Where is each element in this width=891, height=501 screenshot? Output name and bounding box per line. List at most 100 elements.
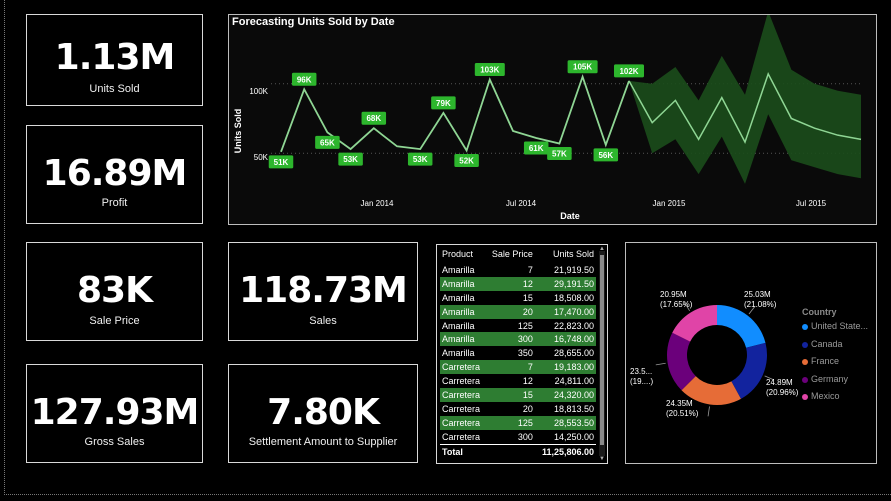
product-cell: Carretera xyxy=(442,376,481,387)
product-cell: Carretera xyxy=(442,431,481,442)
data-label: 102K xyxy=(619,67,638,76)
table-scrollbar-thumb[interactable] xyxy=(600,255,604,445)
sale-price-cell: 7 xyxy=(485,360,535,375)
slice-value-label: 20.95M xyxy=(660,290,687,299)
sale-price-cell: 350 xyxy=(517,348,533,359)
scroll-down-arrow-icon[interactable]: ▼ xyxy=(599,456,605,462)
slice-value-label: 23.5... xyxy=(630,367,652,376)
table-row[interactable]: Carretera 20 18,813.50 xyxy=(440,402,596,416)
kpi-card-profit[interactable]: 16.89M Profit xyxy=(26,125,203,224)
legend-dot xyxy=(802,358,808,365)
kpi-label: Sales xyxy=(309,315,337,327)
data-label: 56K xyxy=(598,151,613,160)
x-tick-label: Jul 2014 xyxy=(506,199,537,208)
kpi-card-sales[interactable]: 118.73M Sales xyxy=(228,242,418,341)
table-row[interactable]: Amarilla 20 17,470.00 xyxy=(440,304,596,319)
slice-value-label: 25.03M xyxy=(744,290,771,299)
units-sold-cell: 16,748.00 xyxy=(534,332,596,347)
kpi-label: Units Sold xyxy=(89,83,140,95)
data-label: 105K xyxy=(573,63,592,72)
kpi-value: 7.80K xyxy=(267,392,380,433)
product-cell: Amarilla xyxy=(440,304,486,319)
forecast-line-chart: Units Sold Date 100K 50K Jan 2014 Jul 20… xyxy=(233,15,862,221)
x-axis-label: Date xyxy=(560,211,580,221)
sale-price-cell: 12 xyxy=(522,376,533,387)
units-sold-cell: 17,470.00 xyxy=(534,304,596,319)
column-header-product[interactable]: Product xyxy=(440,245,486,263)
kpi-value: 16.89M xyxy=(42,153,188,194)
product-cell: Amarilla xyxy=(442,264,475,275)
product-cell: Amarilla xyxy=(440,332,486,347)
donut-chart-card[interactable]: 25.03M (21.08%) 24.89M (20.96%) 24.35M (20.51… xyxy=(625,242,877,464)
sale-price-cell: 125 xyxy=(517,320,533,331)
leader-line xyxy=(707,406,710,417)
product-cell: Carretera xyxy=(440,415,486,430)
legend-item-france[interactable]: France xyxy=(802,356,839,366)
data-label: 51K xyxy=(274,158,289,167)
table-row[interactable]: Amarilla 15 18,508.00 xyxy=(440,291,596,305)
slice-value-label: 24.35M xyxy=(666,399,693,408)
data-label: 65K xyxy=(320,138,335,147)
data-label: 79K xyxy=(436,99,451,108)
table-row[interactable]: Carretera 125 28,553.50 xyxy=(440,415,596,430)
slice-percent-label: (20.96%) xyxy=(766,388,799,397)
kpi-value: 127.93M xyxy=(30,392,200,433)
forecast-confidence-band xyxy=(629,15,861,184)
table-row[interactable]: Carretera 15 24,320.00 xyxy=(440,388,596,402)
units-sold-cell: 24,811.00 xyxy=(554,376,594,387)
units-sold-cell: 18,813.50 xyxy=(553,403,594,414)
legend-item-usa[interactable]: United State... xyxy=(802,321,868,331)
units-sold-cell: 28,553.50 xyxy=(534,415,596,430)
data-label: 68K xyxy=(366,114,381,123)
legend-item-mexico[interactable]: Mexico xyxy=(802,391,840,401)
units-sold-cell: 18,508.00 xyxy=(553,292,594,303)
legend-dot xyxy=(802,376,808,383)
y-axis-label: Units Sold xyxy=(233,109,243,154)
legend-dot xyxy=(802,323,808,330)
kpi-label: Sale Price xyxy=(89,315,140,327)
kpi-card-units-sold[interactable]: 1.13M Units Sold xyxy=(26,14,203,106)
column-header-sale-price[interactable]: Sale Price xyxy=(486,245,535,263)
table-row[interactable]: Carretera 12 24,811.00 xyxy=(440,374,596,388)
product-cell: Carretera xyxy=(440,360,486,375)
legend-label: Canada xyxy=(811,339,843,349)
data-label: 52K xyxy=(459,156,474,165)
page-border-left xyxy=(4,0,5,495)
kpi-label: Gross Sales xyxy=(84,436,145,448)
total-value: 11,25,806.00 xyxy=(534,443,596,459)
sale-price-cell: 15 xyxy=(485,388,535,402)
legend-item-germany[interactable]: Germany xyxy=(802,374,848,384)
product-cell: Amarilla xyxy=(442,292,475,303)
scroll-up-arrow-icon[interactable]: ▲ xyxy=(599,246,605,252)
table-row[interactable]: Amarilla 12 29,191.50 xyxy=(440,276,596,291)
slice-percent-label: (21.08%) xyxy=(744,300,777,309)
total-empty xyxy=(485,443,535,459)
slice-percent-label: (19....) xyxy=(630,377,653,386)
x-tick-label: Jul 2015 xyxy=(796,199,827,208)
table-row[interactable]: Carretera 7 19,183.00 xyxy=(440,360,596,375)
table-row[interactable]: Amarilla 125 22,823.00 xyxy=(440,319,596,333)
data-label: 103K xyxy=(480,66,499,75)
forecast-chart-card[interactable]: Forecasting Units Sold by Date Units Sol… xyxy=(228,14,877,225)
slice-percent-label: (20.51%) xyxy=(666,409,699,418)
table-total-row: Total 11,25,806.00 xyxy=(440,443,596,459)
product-table[interactable]: Product Sale Price Units Sold Amarilla 7 2… xyxy=(436,244,608,464)
table-row[interactable]: Amarilla 350 28,655.00 xyxy=(440,346,596,360)
kpi-card-sale-price[interactable]: 83K Sale Price xyxy=(26,242,203,341)
donut-slice xyxy=(731,342,767,399)
units-sold-cell: 24,320.00 xyxy=(534,388,596,402)
kpi-card-settlement[interactable]: 7.80K Settlement Amount to Supplier xyxy=(228,364,418,463)
legend-item-canada[interactable]: Canada xyxy=(802,339,843,349)
kpi-card-gross-sales[interactable]: 127.93M Gross Sales xyxy=(26,364,203,463)
legend-label: United State... xyxy=(811,321,869,331)
table-row[interactable]: Carretera 300 14,250.00 xyxy=(440,430,596,444)
product-cell: Amarilla xyxy=(440,276,486,291)
kpi-label: Profit xyxy=(101,197,128,209)
table-row[interactable]: Amarilla 7 21,919.50 xyxy=(440,263,596,277)
legend-label: Mexico xyxy=(811,391,840,401)
table-row[interactable]: Amarilla 300 16,748.00 xyxy=(440,332,596,347)
sale-price-cell: 20 xyxy=(522,403,533,414)
units-sold-cell: 28,655.00 xyxy=(553,348,594,359)
donut-slice xyxy=(717,305,766,348)
column-header-units-sold[interactable]: Units Sold xyxy=(535,245,596,263)
